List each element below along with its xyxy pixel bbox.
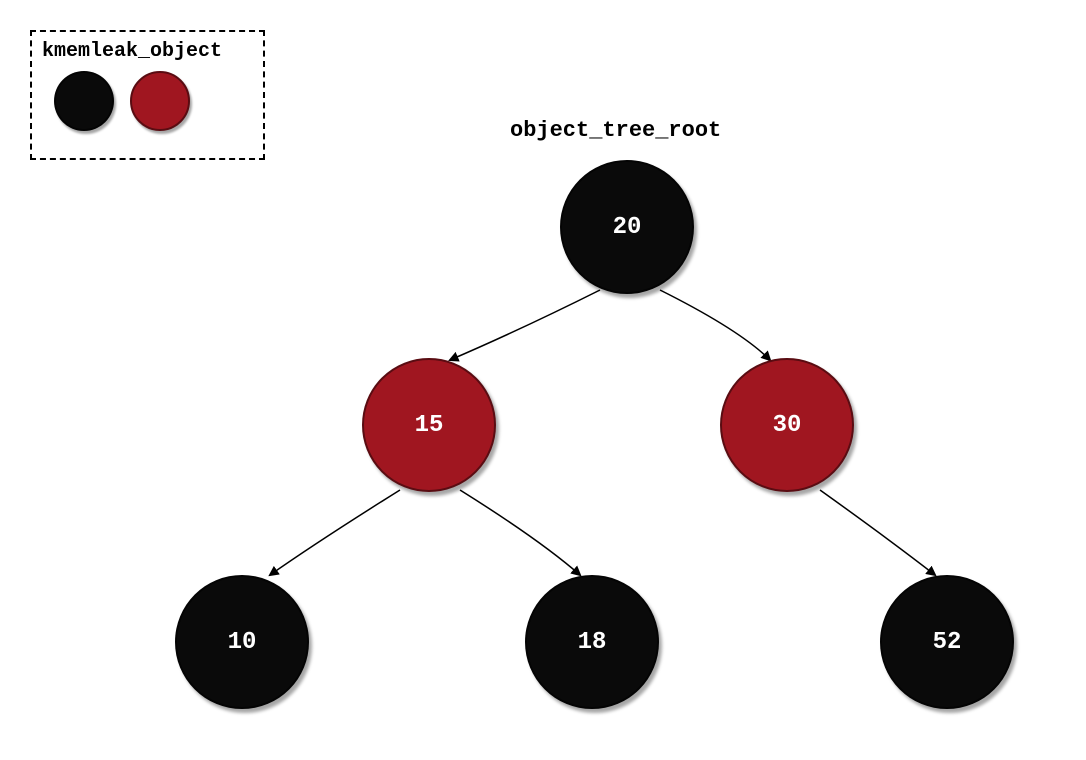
node-value: 52 (933, 629, 962, 656)
node-value: 15 (415, 412, 444, 439)
tree-node-left: 15 (362, 358, 496, 492)
legend-box: kmemleak_object (30, 30, 265, 160)
tree-node-leaf-rr: 52 (880, 575, 1014, 709)
tree-node-right: 30 (720, 358, 854, 492)
node-value: 20 (613, 214, 642, 241)
tree-node-leaf-lr: 18 (525, 575, 659, 709)
node-value: 18 (578, 629, 607, 656)
tree-node-root: 20 (560, 160, 694, 294)
tree-title: object_tree_root (510, 118, 721, 143)
legend-swatch-red (130, 71, 190, 131)
legend-swatches (54, 71, 253, 131)
legend-swatch-black (54, 71, 114, 131)
node-value: 30 (773, 412, 802, 439)
legend-title: kmemleak_object (42, 40, 253, 63)
tree-node-leaf-ll: 10 (175, 575, 309, 709)
node-value: 10 (228, 629, 257, 656)
